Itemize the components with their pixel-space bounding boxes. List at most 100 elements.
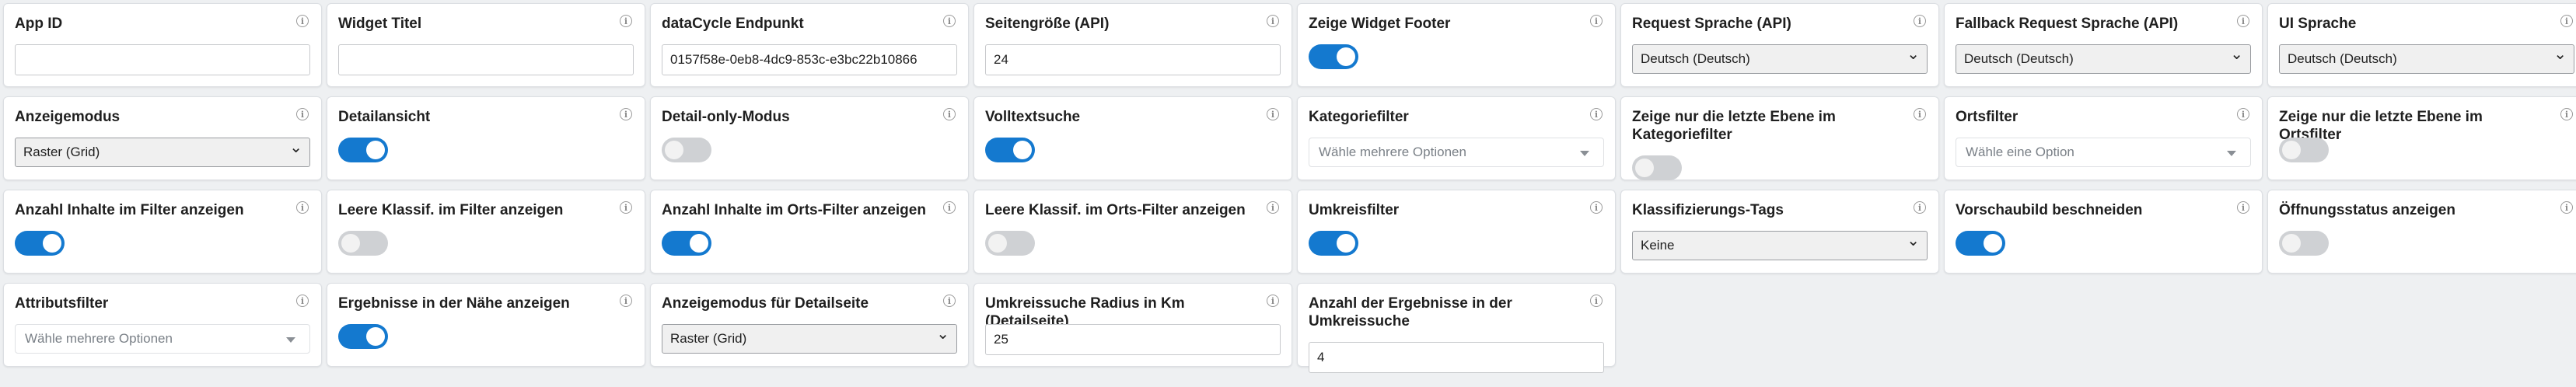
setting-card-seitengroesse: Seitengröße (API) i 24 xyxy=(973,3,1292,87)
setting-card-fallback-sprache: Fallback Request Sprache (API) i Deutsch (… xyxy=(1944,3,2263,87)
info-icon[interactable]: i xyxy=(2560,108,2573,120)
leere-klassif-toggle[interactable] xyxy=(338,231,388,256)
info-icon[interactable]: i xyxy=(1590,201,1603,214)
setting-card-vorschaubild: Vorschaubild beschneiden i xyxy=(1944,190,2263,274)
info-icon[interactable]: i xyxy=(1914,15,1926,27)
info-icon[interactable]: i xyxy=(620,108,632,120)
select-value: Deutsch (Deutsch) xyxy=(2288,51,2397,66)
setting-label: Widget Titel xyxy=(338,16,422,32)
setting-label: Umkreisfilter xyxy=(1309,202,1400,218)
info-icon[interactable]: i xyxy=(296,15,309,27)
info-icon[interactable]: i xyxy=(1267,201,1279,214)
toggle-knob xyxy=(1984,234,2002,253)
info-icon[interactable]: i xyxy=(943,108,956,120)
info-icon[interactable]: i xyxy=(2237,108,2249,120)
seitengroesse-input[interactable]: 24 xyxy=(985,44,1281,75)
setting-card-anzahl-filter: Anzahl Inhalte im Filter anzeigen i xyxy=(3,190,322,274)
anzeigemodus-detail-select[interactable]: Raster (Grid) ⌄ xyxy=(662,324,957,354)
chevron-down-icon: ⌄ xyxy=(1907,46,1920,63)
setting-card-widget-titel: Widget Titel i xyxy=(327,3,645,87)
info-icon[interactable]: i xyxy=(296,201,309,214)
info-icon[interactable]: i xyxy=(1590,108,1603,120)
info-icon[interactable]: i xyxy=(2560,15,2573,27)
info-icon[interactable]: i xyxy=(1914,108,1926,120)
info-icon[interactable]: i xyxy=(2560,201,2573,214)
setting-label: Öffnungsstatus anzeigen xyxy=(2279,202,2455,218)
attributsfilter-multiselect[interactable]: Wähle mehrere Optionen xyxy=(15,324,310,354)
info-icon[interactable]: i xyxy=(1267,295,1279,307)
ergebnisse-naehe-toggle[interactable] xyxy=(338,324,388,349)
kategoriefilter-multiselect[interactable]: Wähle mehrere Optionen xyxy=(1309,138,1604,167)
anzeigemodus-select[interactable]: Raster (Grid) ⌄ xyxy=(15,138,310,167)
info-icon[interactable]: i xyxy=(943,201,956,214)
setting-card-umkreisfilter: Umkreisfilter i xyxy=(1297,190,1616,274)
setting-label: Request Sprache (API) xyxy=(1632,16,1791,32)
setting-label: Anzeigemodus für Detailseite xyxy=(662,295,869,312)
info-icon[interactable]: i xyxy=(943,15,956,27)
setting-label: Ergebnisse in der Nähe anzeigen xyxy=(338,295,570,312)
info-icon[interactable]: i xyxy=(2237,201,2249,214)
widget-titel-input[interactable] xyxy=(338,44,634,75)
leere-klassif-ort-toggle[interactable] xyxy=(985,231,1035,256)
chevron-down-icon: ⌄ xyxy=(1907,232,1920,249)
toggle-knob xyxy=(2282,234,2301,253)
chevron-down-icon: ⌄ xyxy=(936,326,949,343)
select-value: Keine xyxy=(1641,238,1675,253)
widget-footer-toggle[interactable] xyxy=(1309,44,1358,69)
setting-card-umkreissuche-radius: Umkreissuche Radius in Km (Detailseite) i… xyxy=(973,283,1292,367)
toggle-knob xyxy=(43,234,61,253)
anzahl-ergebnisse-umkreis-input[interactable]: 4 xyxy=(1309,342,1604,373)
chevron-down-icon: ⌄ xyxy=(2230,46,2243,63)
info-icon[interactable]: i xyxy=(1267,15,1279,27)
info-icon[interactable]: i xyxy=(296,295,309,307)
info-icon[interactable]: i xyxy=(1267,108,1279,120)
chevron-down-icon: ⌄ xyxy=(289,139,302,156)
datacycle-endpunkt-input[interactable]: 0157f58e-0eb8-4dc9-853c-e3bc22b10866 xyxy=(662,44,957,75)
settings-grid: App ID i Widget Titel i dataCycle Endpunkt i 0… xyxy=(3,3,2576,373)
detailansicht-toggle[interactable] xyxy=(338,138,388,162)
setting-card-klassifizierungs-tags: Klassifizierungs-Tags i Keine ⌄ xyxy=(1620,190,1939,274)
anzahl-filter-toggle[interactable] xyxy=(15,231,65,256)
info-icon[interactable]: i xyxy=(1590,295,1603,307)
select-value: Raster (Grid) xyxy=(670,331,747,346)
toggle-knob xyxy=(690,234,708,253)
setting-label: Zeige Widget Footer xyxy=(1309,16,1451,32)
setting-label: Attributsfilter xyxy=(15,295,109,312)
ui-sprache-select[interactable]: Deutsch (Deutsch) ⌄ xyxy=(2279,44,2574,74)
setting-label: Anzahl Inhalte im Orts-Filter anzeigen xyxy=(662,202,926,218)
request-sprache-select[interactable]: Deutsch (Deutsch) ⌄ xyxy=(1632,44,1928,74)
info-icon[interactable]: i xyxy=(620,295,632,307)
setting-label: Vorschaubild beschneiden xyxy=(1956,202,2143,218)
vorschaubild-toggle[interactable] xyxy=(1956,231,2005,256)
setting-label: Detailansicht xyxy=(338,109,431,125)
info-icon[interactable]: i xyxy=(620,201,632,214)
klassifizierungs-tags-select[interactable]: Keine ⌄ xyxy=(1632,231,1928,260)
letzte-ebene-ort-toggle[interactable] xyxy=(2279,138,2329,162)
oeffnungsstatus-toggle[interactable] xyxy=(2279,231,2329,256)
app-id-input[interactable] xyxy=(15,44,310,75)
ortsfilter-multiselect[interactable]: Wähle eine Option xyxy=(1956,138,2251,167)
setting-card-letzte-ebene-kategorie: Zeige nur die letzte Ebene im Kategorief… xyxy=(1620,96,1939,180)
volltextsuche-toggle[interactable] xyxy=(985,138,1035,162)
setting-label: dataCycle Endpunkt xyxy=(662,16,804,32)
letzte-ebene-kategorie-toggle[interactable] xyxy=(1632,155,1682,180)
setting-card-request-sprache: Request Sprache (API) i Deutsch (Deutsch) ⌄ xyxy=(1620,3,1939,87)
select-value: Deutsch (Deutsch) xyxy=(1641,51,1750,66)
info-icon[interactable]: i xyxy=(943,295,956,307)
info-icon[interactable]: i xyxy=(296,108,309,120)
info-icon[interactable]: i xyxy=(620,15,632,27)
umkreissuche-radius-input[interactable]: 25 xyxy=(985,324,1281,355)
info-icon[interactable]: i xyxy=(2237,15,2249,27)
toggle-knob xyxy=(341,234,360,253)
caret-down-icon xyxy=(1580,151,1589,156)
fallback-sprache-select[interactable]: Deutsch (Deutsch) ⌄ xyxy=(1956,44,2251,74)
info-icon[interactable]: i xyxy=(1914,201,1926,214)
setting-label: Volltextsuche xyxy=(985,109,1081,125)
setting-label: Anzeigemodus xyxy=(15,109,121,125)
detail-only-toggle[interactable] xyxy=(662,138,711,162)
umkreisfilter-toggle[interactable] xyxy=(1309,231,1358,256)
setting-label: Leere Klassif. im Filter anzeigen xyxy=(338,202,564,218)
anzahl-orts-filter-toggle[interactable] xyxy=(662,231,711,256)
info-icon[interactable]: i xyxy=(1590,15,1603,27)
setting-card-detail-only: Detail-only-Modus i xyxy=(650,96,969,180)
